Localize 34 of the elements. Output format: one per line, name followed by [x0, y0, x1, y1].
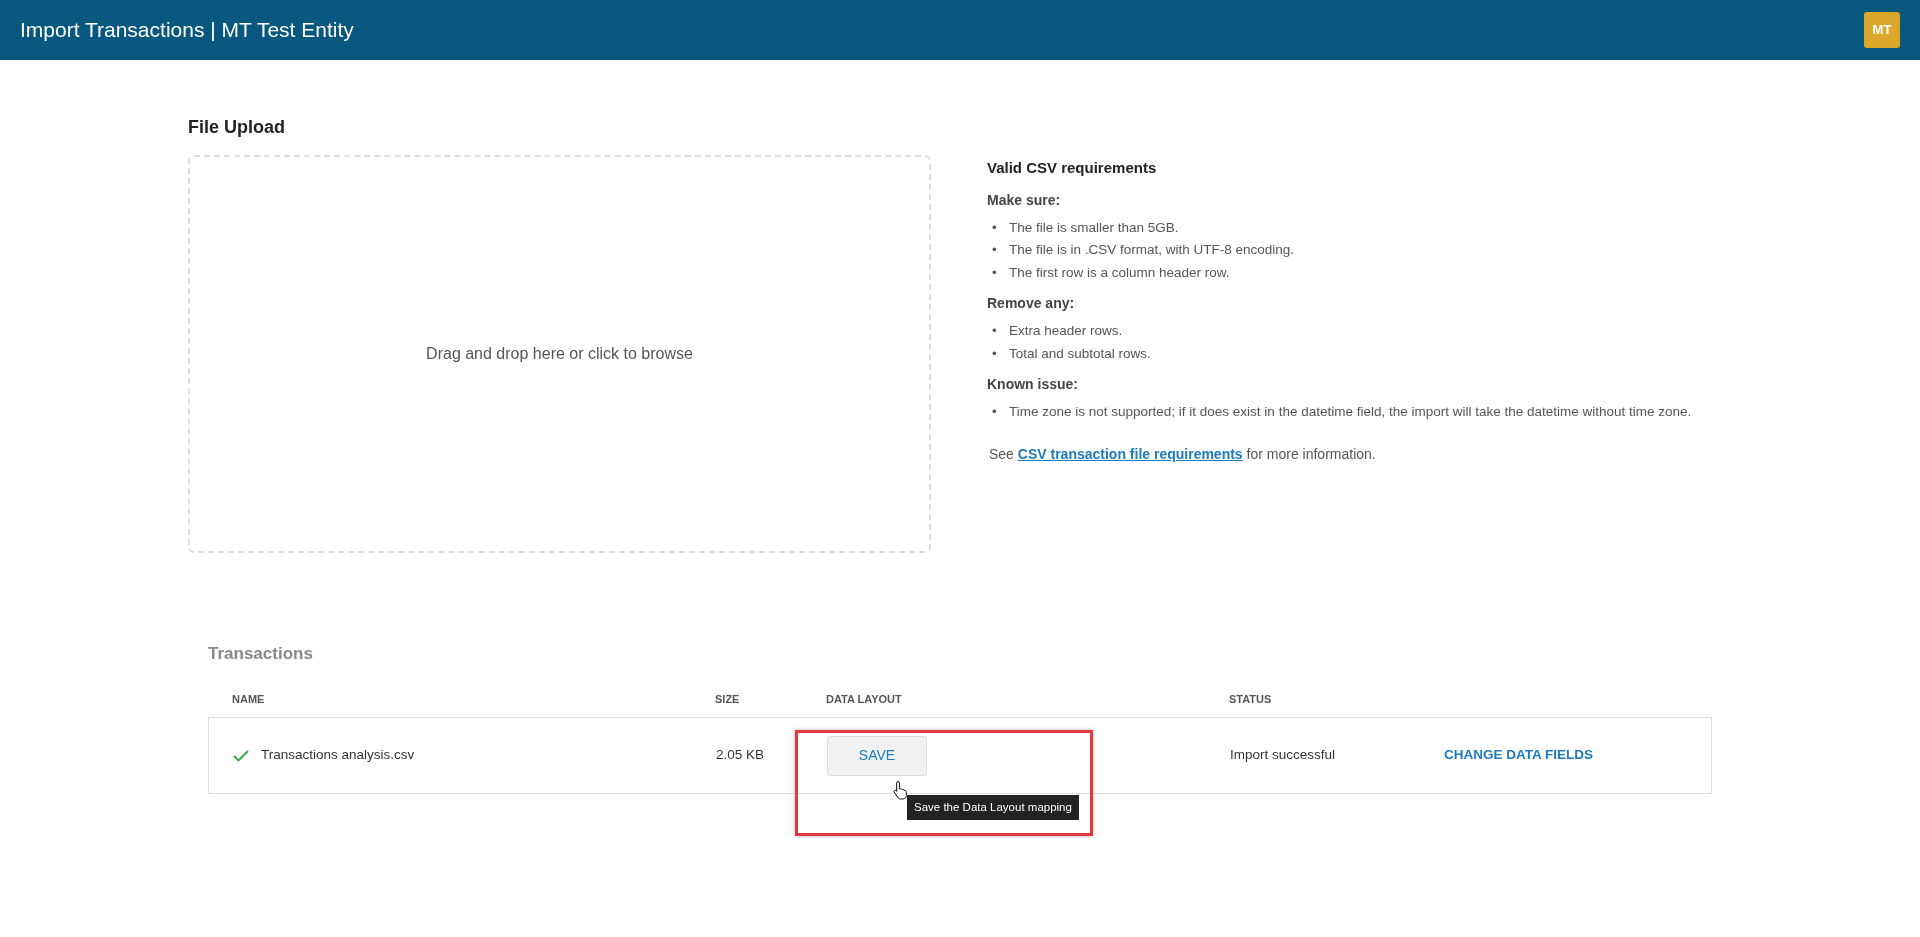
- bullet-mark: •: [991, 402, 998, 421]
- import-status: Import successful: [1230, 746, 1337, 765]
- hand-cursor-icon: [893, 779, 909, 800]
- bullet-mark: •: [991, 322, 998, 341]
- page-title: Import Transactions | MT Test Entity: [20, 17, 354, 44]
- requirement-item: Time zone is not supported; if it does exist in the datetime field, the import will take the datetime without time zone.: [1009, 402, 1692, 421]
- bullet-mark: •: [991, 345, 998, 364]
- section-title: Transactions: [208, 643, 314, 665]
- requirements-link[interactable]: CSV transaction file requirements: [1017, 445, 1243, 462]
- column-header: DATA LAYOUT: [826, 691, 903, 707]
- bullet-mark: •: [991, 241, 998, 260]
- column-header: NAME: [232, 691, 266, 707]
- requirement-item: The first row is a column header row.: [1009, 264, 1230, 283]
- tooltip: Save the Data Layout mapping: [907, 795, 1079, 821]
- checkmark-icon: [233, 749, 249, 762]
- file-name: Transactions analysis.csv: [261, 746, 415, 765]
- requirements-heading: Remove any:: [987, 294, 1076, 314]
- requirement-item: The file is smaller than 5GB.: [1009, 218, 1179, 237]
- requirements-title: Valid CSV requirements: [987, 158, 1158, 178]
- requirements-heading: Known issue:: [987, 374, 1079, 394]
- column-header: SIZE: [715, 691, 741, 707]
- bullet-mark: •: [991, 218, 998, 237]
- section-title: File Upload: [188, 116, 286, 139]
- save-button[interactable]: SAVE: [827, 735, 927, 776]
- requirement-item: Total and subtotal rows.: [1009, 345, 1151, 364]
- change-data-fields-link[interactable]: CHANGE DATA FIELDS: [1444, 747, 1593, 763]
- column-header: STATUS: [1229, 691, 1273, 707]
- file-size: 2.05 KB: [716, 746, 766, 765]
- requirement-item: Extra header rows.: [1009, 322, 1123, 341]
- requirements-heading: Make sure:: [987, 190, 1062, 210]
- requirement-item: The file is in .CSV format, with UTF-8 encoding.: [1009, 241, 1295, 260]
- dropzone[interactable]: Drag and drop here or click to browse: [188, 155, 931, 553]
- info-sentence: See CSV transaction file requirements for more information.: [988, 444, 1377, 464]
- bullet-mark: •: [991, 264, 998, 283]
